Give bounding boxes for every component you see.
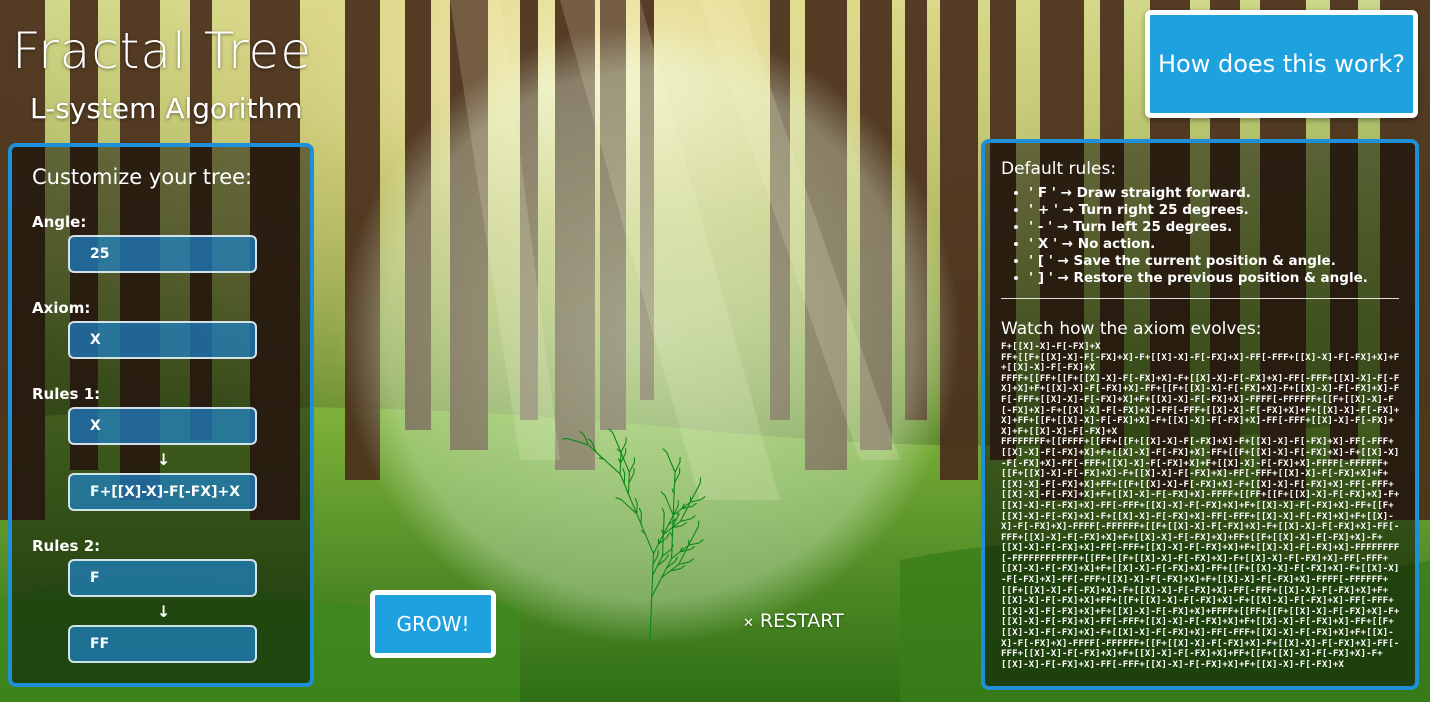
- restart-label: RESTART: [759, 610, 844, 632]
- close-icon: ✕: [743, 616, 754, 631]
- page-title: Fractal Tree: [12, 22, 313, 80]
- rules1-arrow: ↓: [157, 450, 171, 469]
- rules1-label: Rules 1:: [32, 385, 101, 403]
- rules1-from-input[interactable]: [68, 407, 257, 445]
- evolve-heading: Watch how the axiom evolves:: [1001, 319, 1262, 339]
- rules-panel: Default rules: ' F ' → Draw straight for…: [981, 139, 1419, 690]
- rule-item: ' - ' → Turn left 25 degrees.: [1029, 219, 1368, 236]
- axiom-input[interactable]: [68, 321, 257, 359]
- page-subtitle: L-system Algorithm: [30, 92, 303, 125]
- evolution-step: FFFF+[[FF+[[F+[[X]-X]-F[-FX]+X]-F+[[X]-X…: [1001, 372, 1400, 437]
- how-does-this-work-button[interactable]: How does this work?: [1145, 10, 1418, 118]
- divider: [1001, 298, 1399, 299]
- grow-button[interactable]: GROW!: [370, 590, 496, 658]
- rules2-to-input[interactable]: [68, 625, 257, 663]
- customize-heading: Customize your tree:: [32, 165, 253, 189]
- rule-item: ' + ' → Turn right 25 degrees.: [1029, 202, 1368, 219]
- evolution-step: FF+[[F+[[X]-X]-F[-FX]+X]-F+[[X]-X]-F[-FX…: [1001, 351, 1400, 374]
- rules1-to-input[interactable]: [68, 473, 257, 511]
- rules2-label: Rules 2:: [32, 537, 101, 555]
- evolution-step: F+[[X]-X]-F[-FX]+X: [1001, 342, 1101, 352]
- rule-item: ' F ' → Draw straight forward.: [1029, 185, 1368, 202]
- angle-input[interactable]: [68, 235, 257, 273]
- axiom-label: Axiom:: [32, 299, 91, 317]
- rule-item: ' X ' → No action.: [1029, 236, 1368, 253]
- evolution-step: FFFFFFFF+[[FFFF+[[FF+[[F+[[X]-X]-F[-FX]+…: [1001, 436, 1400, 670]
- angle-label: Angle:: [32, 213, 87, 231]
- rules2-arrow: ↓: [157, 602, 171, 621]
- axiom-evolution: F+[[X]-X]-F[-FX]+X FF+[[F+[[X]-X]-F[-FX]…: [1001, 342, 1403, 672]
- rules2-from-input[interactable]: [68, 559, 257, 597]
- rules-list: ' F ' → Draw straight forward. ' + ' → T…: [999, 185, 1368, 287]
- restart-button[interactable]: ✕ RESTART: [743, 610, 844, 632]
- default-rules-heading: Default rules:: [1001, 159, 1117, 179]
- customize-panel: Customize your tree: Angle: Axiom: Rules…: [8, 143, 314, 687]
- rule-item: ' [ ' → Save the current position & angl…: [1029, 253, 1368, 270]
- rule-item: ' ] ' → Restore the previous position & …: [1029, 270, 1368, 287]
